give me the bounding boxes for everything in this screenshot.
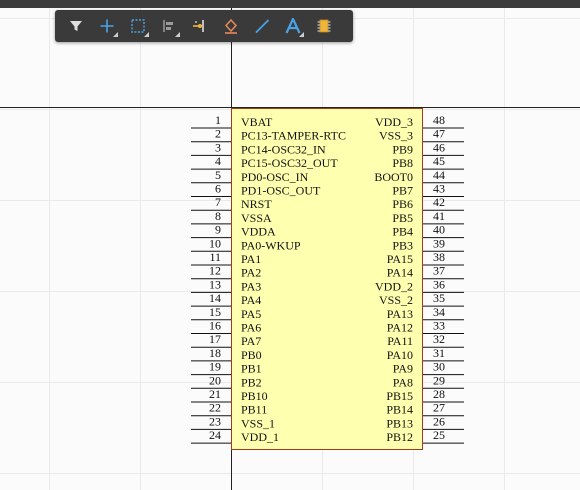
eraser-fill-button[interactable] <box>215 12 246 40</box>
line-icon <box>255 19 269 33</box>
stm32-component-body[interactable] <box>231 108 423 450</box>
eraser-fill-icon <box>224 18 237 34</box>
selection-box-button[interactable] <box>122 12 153 40</box>
text-icon <box>285 17 300 34</box>
filter-icon <box>69 21 82 31</box>
component-button[interactable] <box>308 12 339 40</box>
crosshair-icon <box>100 19 113 33</box>
selection-box-icon <box>130 19 145 33</box>
component-icon <box>317 19 330 33</box>
filter-button[interactable] <box>60 12 91 40</box>
text-button[interactable] <box>277 12 308 40</box>
align-icon <box>162 20 173 32</box>
line-button[interactable] <box>246 12 277 40</box>
window-top-bar <box>0 0 580 8</box>
active-bar-toolbar <box>55 10 353 42</box>
place-pin-icon <box>192 20 204 32</box>
crosshair-button[interactable] <box>91 12 122 40</box>
align-button[interactable] <box>153 12 184 40</box>
place-pin-button[interactable] <box>184 12 215 40</box>
